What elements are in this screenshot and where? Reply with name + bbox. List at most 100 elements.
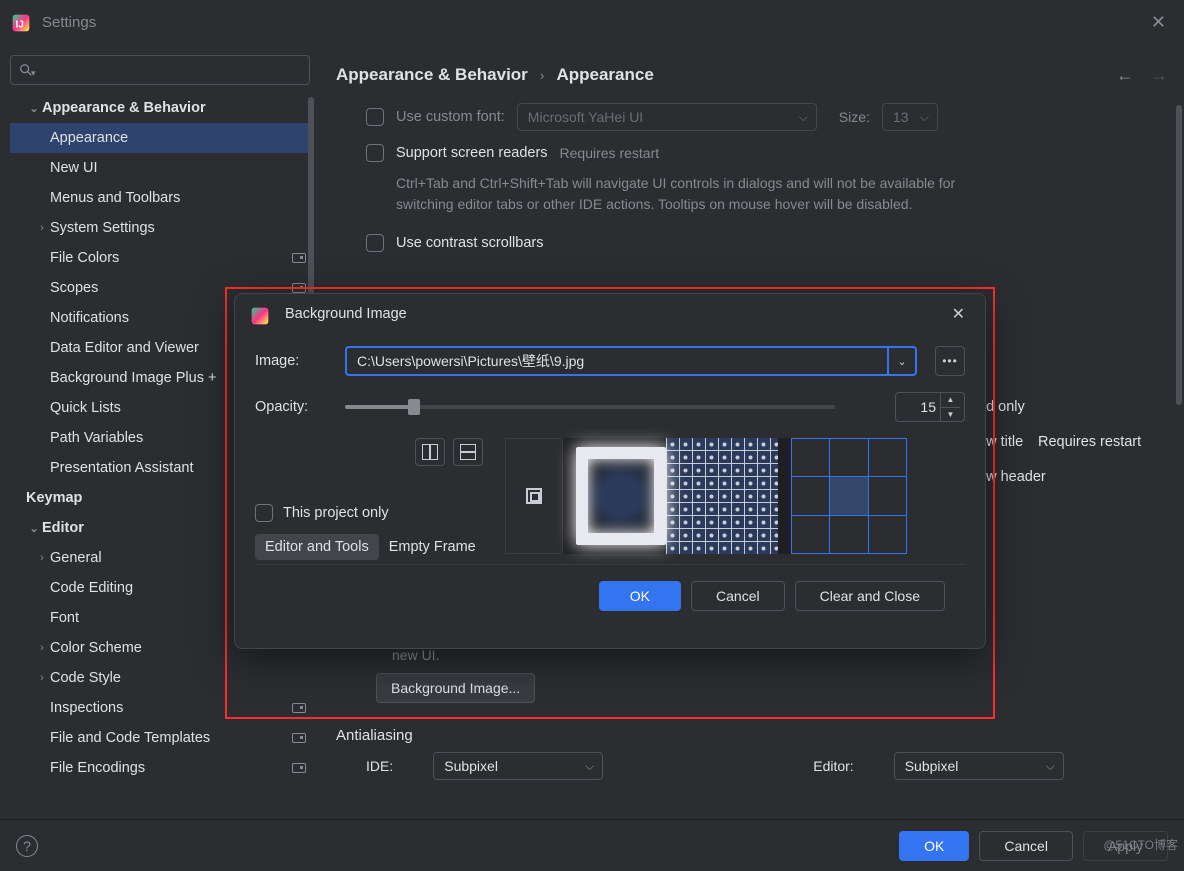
tree-item-label: Keymap — [26, 490, 82, 506]
editor-antialias-select[interactable]: Subpixel — [894, 752, 1064, 780]
split-vertical-icon[interactable] — [415, 438, 445, 466]
anchor-grid[interactable] — [791, 438, 907, 554]
background-image-button[interactable]: Background Image... — [376, 673, 535, 703]
fill-mode-plain[interactable] — [505, 438, 563, 554]
close-icon[interactable]: ✕ — [946, 300, 971, 328]
tree-item-label: File Colors — [50, 250, 119, 266]
scope-badge-icon — [292, 763, 306, 773]
antialiasing-header: Antialiasing — [336, 703, 1168, 752]
browse-button[interactable]: ••• — [935, 346, 965, 376]
tree-item-label: Data Editor and Viewer — [50, 340, 199, 356]
tree-item-label: File and Code Templates — [50, 730, 210, 746]
close-icon[interactable]: ✕ — [1143, 8, 1174, 37]
project-only-checkbox[interactable] — [255, 504, 273, 522]
search-input[interactable]: ▾ — [10, 55, 310, 85]
fill-mode-tile[interactable] — [666, 438, 778, 554]
background-image-dialog: Background Image ✕ Image: C:\Users\power… — [234, 293, 986, 649]
ide-antialias-select[interactable]: Subpixel — [433, 752, 603, 780]
breadcrumb-separator: › — [540, 67, 545, 83]
tree-item-label: Path Variables — [50, 430, 143, 446]
ok-button[interactable]: OK — [899, 831, 969, 861]
tree-item-label: General — [50, 550, 102, 566]
chevron-icon: › — [34, 222, 50, 234]
tree-item-appearance[interactable]: Appearance — [10, 123, 314, 153]
tree-item-label: Notifications — [50, 310, 129, 326]
titlebar: IJ Settings ✕ — [0, 0, 1184, 45]
contrast-scrollbars-checkbox[interactable] — [366, 234, 384, 252]
fill-mode-scale[interactable] — [563, 438, 791, 554]
custom-font-checkbox[interactable] — [366, 108, 384, 126]
requires-restart-hint: Requires restart — [1038, 434, 1141, 450]
dialog-ok-button[interactable]: OK — [599, 581, 681, 611]
preview-panel — [505, 438, 907, 560]
tree-item-code-style[interactable]: ›Code Style — [10, 663, 314, 693]
scrollbar[interactable] — [308, 97, 314, 297]
spinner-up[interactable]: ▲ — [941, 393, 960, 408]
tree-item-label: Scopes — [50, 280, 98, 296]
opacity-slider[interactable] — [345, 405, 835, 409]
chevron-icon: › — [34, 552, 50, 564]
font-select[interactable]: Microsoft YaHei UI — [517, 103, 817, 131]
tree-item-system-settings[interactable]: ›System Settings — [10, 213, 314, 243]
dialog-cancel-button[interactable]: Cancel — [691, 581, 785, 611]
custom-font-label: Use custom font: — [396, 109, 505, 125]
scope-badge-icon — [292, 283, 306, 293]
help-button[interactable]: ? — [16, 835, 38, 857]
tree-item-label: Presentation Assistant — [50, 460, 193, 476]
app-icon — [249, 305, 267, 323]
nav-forward-icon[interactable]: → — [1150, 65, 1168, 86]
ide-antialias-label: IDE: — [366, 758, 393, 774]
scope-badge-icon — [292, 253, 306, 263]
breadcrumb-page: Appearance — [556, 65, 653, 85]
tree-item-inspections[interactable]: Inspections — [10, 693, 314, 723]
size-label: Size: — [839, 109, 870, 125]
opacity-spinner[interactable]: ▲▼ — [895, 392, 965, 422]
tree-item-label: Inspections — [50, 700, 123, 716]
chevron-icon: ⌄ — [26, 102, 42, 115]
image-path-input[interactable]: C:\Users\powersi\Pictures\壁纸\9.jpg — [345, 346, 889, 376]
screen-readers-description: Ctrl+Tab and Ctrl+Shift+Tab will navigat… — [336, 171, 956, 225]
tree-item-file-and-code-templates[interactable]: File and Code Templates — [10, 723, 314, 753]
tree-item-label: Color Scheme — [50, 640, 142, 656]
tree-item-menus-and-toolbars[interactable]: Menus and Toolbars — [10, 183, 314, 213]
project-only-label: This project only — [283, 505, 389, 521]
anchor-center[interactable] — [830, 477, 867, 514]
watermark: @51CTO博客 — [1103, 836, 1178, 853]
tree-item-label: Background Image Plus + — [50, 370, 216, 386]
app-icon: IJ — [10, 12, 32, 34]
spinner-down[interactable]: ▼ — [941, 408, 960, 422]
screen-readers-label: Support screen readers — [396, 145, 548, 161]
nav-back-icon[interactable]: ← — [1116, 65, 1134, 86]
breadcrumb-category: Appearance & Behavior — [336, 65, 528, 85]
scrollbar[interactable] — [1176, 105, 1182, 405]
chevron-icon: › — [34, 642, 50, 654]
dialog-clear-button[interactable]: Clear and Close — [795, 581, 945, 611]
tree-item-label: Menus and Toolbars — [50, 190, 180, 206]
split-horizontal-icon[interactable] — [453, 438, 483, 466]
svg-text:IJ: IJ — [16, 19, 24, 30]
tree-item-file-colors[interactable]: File Colors — [10, 243, 314, 273]
screen-readers-checkbox[interactable] — [366, 144, 384, 162]
tree-item-label: File Encodings — [50, 760, 145, 776]
scope-badge-icon — [292, 703, 306, 713]
tree-item-label: Appearance & Behavior — [42, 100, 206, 116]
requires-restart-hint: Requires restart — [560, 145, 660, 161]
tree-item-appearance-behavior[interactable]: ⌄Appearance & Behavior — [10, 93, 314, 123]
tab-editor-tools[interactable]: Editor and Tools — [255, 534, 379, 560]
tree-item-new-ui[interactable]: New UI — [10, 153, 314, 183]
window-title: Settings — [42, 14, 96, 31]
tree-item-label: Code Editing — [50, 580, 133, 596]
cancel-button[interactable]: Cancel — [979, 831, 1073, 861]
tree-item-file-encodings[interactable]: File Encodings — [10, 753, 314, 783]
tree-item-label: Quick Lists — [50, 400, 121, 416]
breadcrumb: Appearance & Behavior › Appearance ← → — [336, 51, 1168, 99]
dialog-title: Background Image — [285, 306, 407, 322]
tab-empty-frame[interactable]: Empty Frame — [379, 534, 486, 560]
size-select[interactable]: 13 — [882, 103, 938, 131]
chevron-icon: › — [34, 672, 50, 684]
tree-item-label: Appearance — [50, 130, 128, 146]
partial-label: ow header — [978, 469, 1046, 485]
tree-item-label: Font — [50, 610, 79, 626]
image-path-dropdown[interactable]: ⌄ — [889, 346, 917, 376]
opacity-value[interactable] — [896, 399, 940, 415]
